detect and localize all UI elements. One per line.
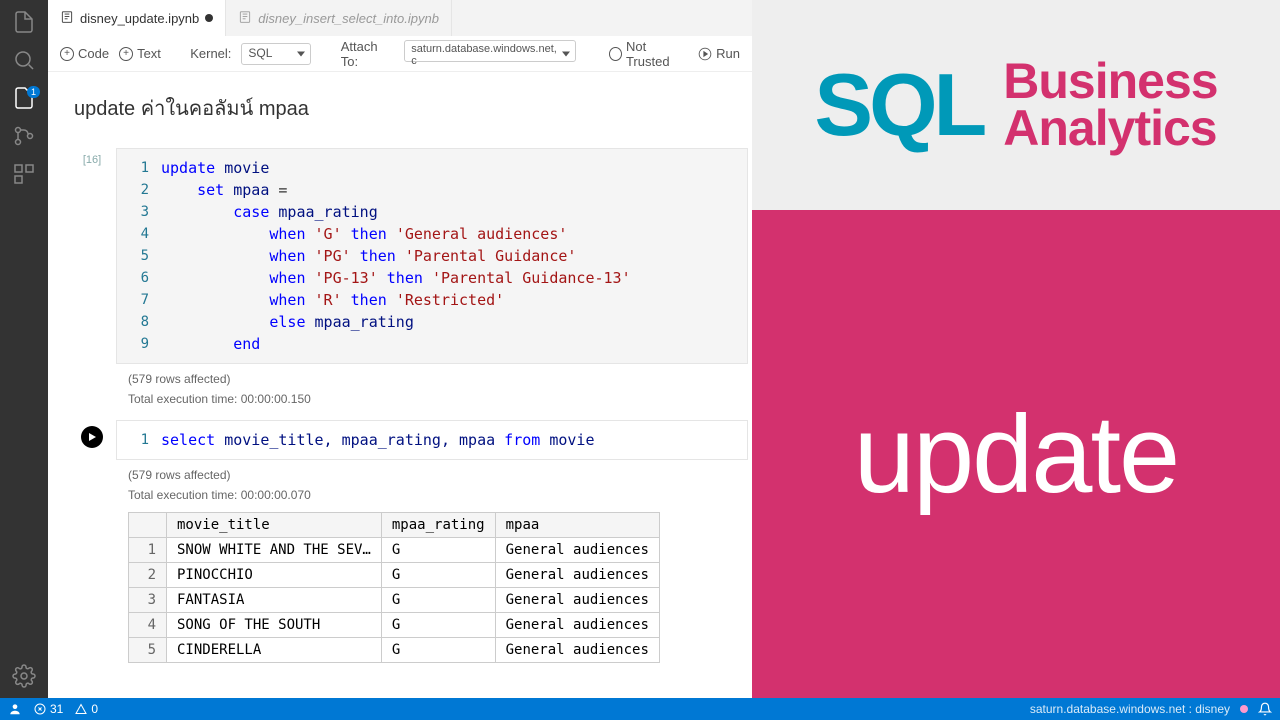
exec-time: Total execution time: 00:00:00.070 (128, 488, 748, 502)
logo-sql: SQL (814, 65, 983, 144)
table-row[interactable]: 1SNOW WHITE AND THE SEV…GGeneral audienc… (129, 538, 660, 563)
status-dot-icon (1240, 705, 1248, 713)
notebook-toolbar: +Code +Text Kernel: SQL Attach To: satur… (48, 36, 752, 72)
activity-bar: 1 (0, 0, 48, 698)
status-bar: 31 0 saturn.database.windows.net : disne… (0, 698, 1280, 720)
status-warnings[interactable]: 0 (75, 702, 98, 716)
exec-time: Total execution time: 00:00:00.150 (128, 392, 748, 406)
code-cell-1: [16] 1update movie2 set mpaa =3 case mpa… (68, 148, 748, 406)
status-errors[interactable]: 31 (34, 702, 63, 716)
tab[interactable]: disney_update.ipynb (48, 0, 226, 36)
badge: 1 (27, 86, 40, 98)
code-editor[interactable]: 1select movie_title, mpaa_rating, mpaa f… (116, 420, 748, 460)
dirty-indicator (205, 14, 213, 22)
kernel-label: Kernel: (190, 46, 231, 61)
table-row[interactable]: 4SONG OF THE SOUTHGGeneral audiences (129, 613, 660, 638)
column-header[interactable]: mpaa_rating (381, 513, 495, 538)
notebook-icon (238, 10, 252, 27)
row-header (129, 513, 167, 538)
search-icon[interactable] (10, 46, 38, 74)
table-row[interactable]: 2PINOCCHIOGGeneral audiences (129, 563, 660, 588)
run-cell-button[interactable] (81, 426, 103, 448)
video-overlay: SQL BusinessAnalytics update (752, 0, 1280, 698)
source-control-icon[interactable]: 1 (10, 84, 38, 112)
exec-count: [16] (83, 154, 101, 166)
notebook-content: update ค่าในคอลัมน์ mpaa [16] 1update mo… (48, 72, 752, 698)
add-code-button[interactable]: +Code (60, 46, 109, 61)
tab[interactable]: disney_insert_select_into.ipynb (226, 0, 452, 36)
logo-text: BusinessAnalytics (1003, 58, 1217, 153)
table-row[interactable]: 5CINDERELLAGGeneral audiences (129, 638, 660, 663)
rows-affected: (579 rows affected) (128, 468, 748, 482)
status-connection[interactable]: saturn.database.windows.net : disney (1030, 702, 1230, 716)
git-icon[interactable] (10, 122, 38, 150)
cell-output: (579 rows affected) Total execution time… (68, 460, 748, 502)
code-cell-2: 1select movie_title, mpaa_rating, mpaa f… (68, 420, 748, 663)
attach-label: Attach To: (341, 39, 395, 69)
settings-icon[interactable] (10, 662, 38, 690)
cell-output: (579 rows affected) Total execution time… (68, 364, 748, 406)
column-header[interactable]: mpaa (495, 513, 659, 538)
markdown-heading: update ค่าในคอลัมน์ mpaa (74, 92, 748, 124)
extensions-icon[interactable] (10, 160, 38, 188)
run-button[interactable]: Run (698, 46, 740, 61)
trust-button[interactable]: Not Trusted (609, 39, 688, 69)
title-text: update (854, 391, 1178, 518)
tab-bar: disney_update.ipynbdisney_insert_select_… (48, 0, 752, 36)
kernel-select[interactable]: SQL (241, 43, 311, 65)
editor-area: disney_update.ipynbdisney_insert_select_… (48, 0, 752, 698)
explorer-icon[interactable] (10, 8, 38, 36)
status-account-icon[interactable] (8, 702, 22, 716)
status-bell-icon[interactable] (1258, 702, 1272, 716)
code-editor[interactable]: 1update movie2 set mpaa =3 case mpaa_rat… (116, 148, 748, 364)
result-table: movie_titlempaa_ratingmpaa 1SNOW WHITE A… (128, 512, 660, 663)
refresh-icon (609, 47, 622, 61)
attach-select[interactable]: saturn.database.windows.net, c (404, 40, 576, 62)
notebook-icon (60, 10, 74, 27)
table-row[interactable]: 3FANTASIAGGeneral audiences (129, 588, 660, 613)
rows-affected: (579 rows affected) (128, 372, 748, 386)
column-header[interactable]: movie_title (167, 513, 382, 538)
add-text-button[interactable]: +Text (119, 46, 161, 61)
